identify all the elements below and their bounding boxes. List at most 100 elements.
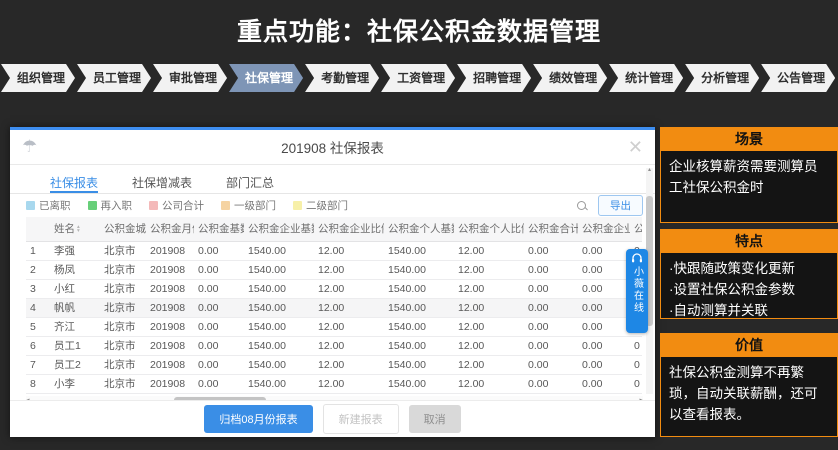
cell: 1540.00 <box>384 241 454 260</box>
cell: 201908 <box>146 241 194 260</box>
col-header-2[interactable]: 公积金城市▴▾ <box>100 217 146 241</box>
legend-item-1: 已离职 <box>26 198 71 213</box>
report-tab-3[interactable]: 部门汇总 <box>226 174 274 193</box>
cell: 1540.00 <box>384 374 454 393</box>
table-header-row: 姓名▴▾公积金城市▴▾公积金月份▴▾公积金基数▴▾公积金企业基数▴▾公积金企业比… <box>26 217 642 241</box>
archive-report-button[interactable]: 归档08月份报表 <box>204 405 312 433</box>
col-header-7[interactable]: 公积金个人基数▴▾ <box>384 217 454 241</box>
cell-name: 帆帆 <box>50 298 100 317</box>
col-header-5[interactable]: 公积金企业基数▴▾ <box>244 217 314 241</box>
cell: 1540.00 <box>384 298 454 317</box>
cell-name: 杨凤 <box>50 260 100 279</box>
sidebar-section-1: 场景企业核算薪资需要测算员工社保公积金时 <box>660 127 838 223</box>
table-row[interactable]: 1李强北京市2019080.001540.0012.001540.0012.00… <box>26 241 642 260</box>
cell: 1540.00 <box>244 355 314 374</box>
cell: 1540.00 <box>244 336 314 355</box>
report-table-wrap: 姓名▴▾公积金城市▴▾公积金月份▴▾公积金基数▴▾公积金企业基数▴▾公积金企业比… <box>26 217 643 394</box>
report-table: 姓名▴▾公积金城市▴▾公积金月份▴▾公积金基数▴▾公积金企业基数▴▾公积金企业比… <box>26 217 642 394</box>
cell: 0.00 <box>578 241 630 260</box>
col-header-10[interactable]: 公积金企业▴▾ <box>578 217 630 241</box>
nav-tab-7[interactable]: 招聘管理 <box>457 64 531 92</box>
cell: 1540.00 <box>384 317 454 336</box>
col-header-11[interactable]: 公▴▾ <box>630 217 642 241</box>
nav-tab-2[interactable]: 员工管理 <box>77 64 151 92</box>
col-header-label: 公积金企业比例 <box>318 223 384 235</box>
cell: 0.00 <box>578 279 630 298</box>
cell: 北京市 <box>100 298 146 317</box>
social-insurance-report-dialog: ☂ 201908 社保报表 ✕ 社保报表 社保增减表 部门汇总 已离职再入职公司合计… <box>10 127 655 437</box>
cell: 1540.00 <box>244 279 314 298</box>
nav-tab-6[interactable]: 工资管理 <box>381 64 455 92</box>
report-tab-2[interactable]: 社保增减表 <box>132 174 192 193</box>
legend-color-swatch <box>293 201 302 210</box>
col-header-4[interactable]: 公积金基数▴▾ <box>194 217 244 241</box>
sidebar-section-title: 场景 <box>660 127 838 151</box>
cell: 北京市 <box>100 355 146 374</box>
close-icon[interactable]: ✕ <box>628 137 643 158</box>
nav-tab-3[interactable]: 审批管理 <box>153 64 227 92</box>
col-header-8[interactable]: 公积金个人比例▴▾ <box>454 217 524 241</box>
sidebar-section-body: ·快跟随政策变化更新·设置社保公积金参数·自动测算并关联 <box>660 253 838 319</box>
col-header-9[interactable]: 公积金合计▴▾ <box>524 217 578 241</box>
legend-label: 已离职 <box>39 198 71 213</box>
cell: 1540.00 <box>384 355 454 374</box>
search-icon[interactable] <box>576 200 588 212</box>
sidebar-text-line: ·快跟随政策变化更新 <box>669 258 829 279</box>
cell: 201908 <box>146 279 194 298</box>
export-button[interactable]: 导出 <box>598 195 643 216</box>
cell: 1540.00 <box>244 374 314 393</box>
nav-tab-4[interactable]: 社保管理 <box>229 64 303 92</box>
report-tab-1[interactable]: 社保报表 <box>50 174 98 193</box>
cell-name: 小红 <box>50 279 100 298</box>
nav-tab-10[interactable]: 分析管理 <box>685 64 759 92</box>
table-row[interactable]: 6员工1北京市2019080.001540.0012.001540.0012.0… <box>26 336 642 355</box>
legend-actions: 导出 <box>576 195 643 216</box>
nav-tab-9[interactable]: 统计管理 <box>609 64 683 92</box>
cell-name: 员工1 <box>50 336 100 355</box>
cancel-button[interactable]: 取消 <box>409 405 461 433</box>
table-row[interactable]: 3小红北京市2019080.001540.0012.001540.0012.00… <box>26 279 642 298</box>
sidebar-section-body: 社保公积金测算不再繁琐，自动关联薪酬，还可以查看报表。 <box>660 357 838 437</box>
table-row[interactable]: 5齐江北京市2019080.001540.0012.001540.0012.00… <box>26 317 642 336</box>
table-row[interactable]: 7员工2北京市2019080.001540.0012.001540.0012.0… <box>26 355 642 374</box>
cell: 0.00 <box>194 241 244 260</box>
table-row[interactable]: 2杨凤北京市2019080.001540.0012.001540.0012.00… <box>26 260 642 279</box>
cell: 201908 <box>146 355 194 374</box>
cell: 1540.00 <box>384 279 454 298</box>
col-header-index <box>26 217 50 241</box>
table-row[interactable]: 4帆帆北京市2019080.001540.0012.001540.0012.00… <box>26 298 642 317</box>
cell: 1540.00 <box>244 260 314 279</box>
nav-tab-1[interactable]: 组织管理 <box>1 64 75 92</box>
cell: 12.00 <box>314 260 384 279</box>
cell: 0.00 <box>578 298 630 317</box>
cell: 0.00 <box>578 355 630 374</box>
cell: 12.00 <box>314 355 384 374</box>
online-support-label: 小薇在线 <box>630 266 645 314</box>
nav-tab-5[interactable]: 考勤管理 <box>305 64 379 92</box>
dialog-header: ☂ 201908 社保报表 ✕ <box>10 130 655 165</box>
col-header-3[interactable]: 公积金月份▴▾ <box>146 217 194 241</box>
sidebar-text-line: 社保公积金测算不再繁琐，自动关联薪酬，还可以查看报表。 <box>669 362 829 425</box>
scroll-up-icon[interactable]: ▴ <box>646 166 653 173</box>
table-row[interactable]: 8小李北京市2019080.001540.0012.001540.0012.00… <box>26 374 642 393</box>
nav-tab-8[interactable]: 绩效管理 <box>533 64 607 92</box>
nav-tab-11[interactable]: 公告管理 <box>761 64 835 92</box>
col-header-1[interactable]: 姓名▴▾ <box>50 217 100 241</box>
col-header-6[interactable]: 公积金企业比例▴▾ <box>314 217 384 241</box>
cell: 12.00 <box>314 374 384 393</box>
sort-icon[interactable]: ▴▾ <box>77 225 80 233</box>
cell: 12.00 <box>454 241 524 260</box>
legend-item-5: 二级部门 <box>293 198 348 213</box>
cell: 12.00 <box>454 317 524 336</box>
new-report-button[interactable]: 新建报表 <box>323 404 399 434</box>
legend-items: 已离职再入职公司合计一级部门二级部门 <box>26 198 365 213</box>
cell: 201908 <box>146 317 194 336</box>
cell: 0.00 <box>524 260 578 279</box>
cell: 201908 <box>146 336 194 355</box>
cell: 北京市 <box>100 260 146 279</box>
cell: 12.00 <box>454 336 524 355</box>
cell: 0.00 <box>194 355 244 374</box>
col-header-label: 公积金合计 <box>528 223 578 235</box>
online-support-widget[interactable]: 小薇在线 <box>626 249 648 333</box>
sidebar-section-title: 特点 <box>660 229 838 253</box>
